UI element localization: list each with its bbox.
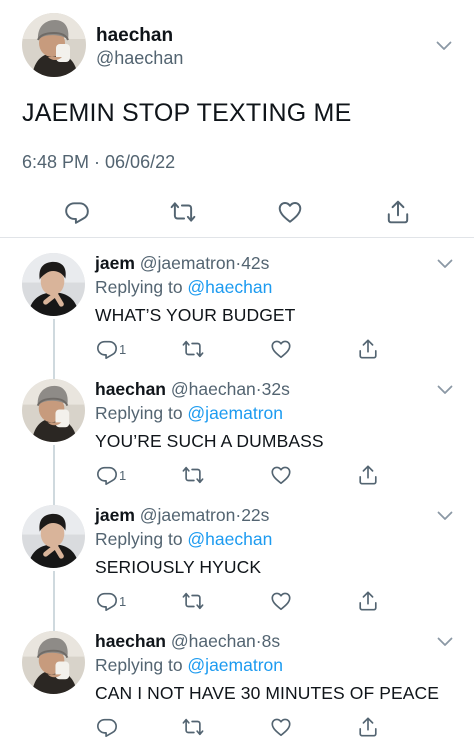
share-icon[interactable] bbox=[357, 338, 379, 360]
reply-time[interactable]: 32s bbox=[262, 379, 290, 399]
like-icon[interactable] bbox=[270, 338, 292, 360]
author-handle[interactable]: @jaematron bbox=[140, 253, 236, 273]
replying-prefix: Replying to bbox=[95, 655, 188, 675]
author-name[interactable]: haechan bbox=[96, 25, 173, 47]
replying-prefix: Replying to bbox=[95, 529, 188, 549]
reply-header: haechan @haechan·32s bbox=[95, 379, 290, 400]
tweet-timestamp[interactable]: 6:48 PM · 06/06/22 bbox=[22, 152, 175, 173]
haechan-avatar[interactable] bbox=[22, 379, 85, 442]
reply-text: YOU’RE SUCH A DUMBASS bbox=[95, 431, 324, 451]
reply-time[interactable]: 22s bbox=[241, 505, 269, 525]
main-tweet: haechan @haechan JAEMIN STOP TEXTING ME … bbox=[0, 0, 474, 238]
replying-prefix: Replying to bbox=[95, 403, 188, 423]
jaem-avatar[interactable] bbox=[22, 505, 85, 568]
reply-count: 1 bbox=[119, 342, 127, 357]
reply-text: WHAT’S YOUR BUDGET bbox=[95, 305, 296, 325]
author-name[interactable]: haechan bbox=[95, 379, 166, 399]
reply-header: jaem @jaematron·42s bbox=[95, 253, 269, 274]
reply-tweet[interactable]: haechan @haechan·32s Replying to @jaemat… bbox=[0, 365, 474, 491]
author-handle[interactable]: @jaematron bbox=[140, 505, 236, 525]
mention-link[interactable]: @haechan bbox=[187, 277, 272, 297]
like-icon[interactable] bbox=[270, 590, 292, 612]
replying-to: Replying to @haechan bbox=[95, 529, 272, 550]
like-icon[interactable] bbox=[270, 464, 292, 486]
author-handle[interactable]: @haechan bbox=[96, 48, 183, 69]
mention-link[interactable]: @jaematron bbox=[187, 403, 283, 423]
chevron-down-icon[interactable] bbox=[436, 41, 452, 51]
share-icon[interactable] bbox=[357, 716, 379, 738]
mention-link[interactable]: @jaematron bbox=[187, 655, 283, 675]
chevron-down-icon[interactable] bbox=[437, 259, 453, 269]
reply-count: 1 bbox=[119, 468, 127, 483]
jaem-avatar[interactable] bbox=[22, 253, 85, 316]
reply-icon[interactable] bbox=[96, 338, 118, 360]
reply-count: 1 bbox=[119, 594, 127, 609]
reply-text: CAN I NOT HAVE 30 MINUTES OF PEACE bbox=[95, 683, 440, 703]
share-icon[interactable] bbox=[357, 464, 379, 486]
reply-text: SERIOUSLY HYUCK bbox=[95, 557, 262, 577]
chevron-down-icon[interactable] bbox=[437, 511, 453, 521]
replying-to: Replying to @haechan bbox=[95, 277, 272, 298]
reply-header: jaem @jaematron·22s bbox=[95, 505, 269, 526]
reply-header: haechan @haechan·8s bbox=[95, 631, 280, 652]
chevron-down-icon[interactable] bbox=[437, 637, 453, 647]
retweet-icon[interactable] bbox=[182, 338, 204, 360]
replying-to: Replying to @jaematron bbox=[95, 655, 283, 676]
reply-icon[interactable] bbox=[96, 590, 118, 612]
replying-prefix: Replying to bbox=[95, 277, 188, 297]
share-icon[interactable] bbox=[385, 199, 411, 225]
replying-to: Replying to @jaematron bbox=[95, 403, 283, 424]
retweet-icon[interactable] bbox=[170, 199, 196, 225]
reply-tweet[interactable]: haechan @haechan·8s Replying to @jaematr… bbox=[0, 617, 474, 743]
retweet-icon[interactable] bbox=[182, 716, 204, 738]
author-handle[interactable]: @haechan bbox=[171, 631, 256, 651]
mention-link[interactable]: @haechan bbox=[187, 529, 272, 549]
reply-icon[interactable] bbox=[96, 716, 118, 738]
author-handle[interactable]: @haechan bbox=[171, 379, 256, 399]
retweet-icon[interactable] bbox=[182, 590, 204, 612]
tweet-text: JAEMIN STOP TEXTING ME bbox=[22, 99, 352, 127]
author-name[interactable]: haechan bbox=[95, 631, 166, 651]
like-icon[interactable] bbox=[270, 716, 292, 738]
reply-tweet[interactable]: jaem @jaematron·22s Replying to @haechan… bbox=[0, 491, 474, 617]
author-name[interactable]: jaem bbox=[95, 505, 135, 525]
chevron-down-icon[interactable] bbox=[437, 385, 453, 395]
reply-icon[interactable] bbox=[64, 199, 90, 225]
author-name[interactable]: jaem bbox=[95, 253, 135, 273]
reply-time[interactable]: 42s bbox=[241, 253, 269, 273]
haechan-avatar[interactable] bbox=[22, 13, 86, 77]
reply-tweet[interactable]: jaem @jaematron·42s Replying to @haechan… bbox=[0, 239, 474, 365]
reply-icon[interactable] bbox=[96, 464, 118, 486]
share-icon[interactable] bbox=[357, 590, 379, 612]
reply-time[interactable]: 8s bbox=[262, 631, 280, 651]
haechan-avatar[interactable] bbox=[22, 631, 85, 694]
like-icon[interactable] bbox=[277, 199, 303, 225]
retweet-icon[interactable] bbox=[182, 464, 204, 486]
